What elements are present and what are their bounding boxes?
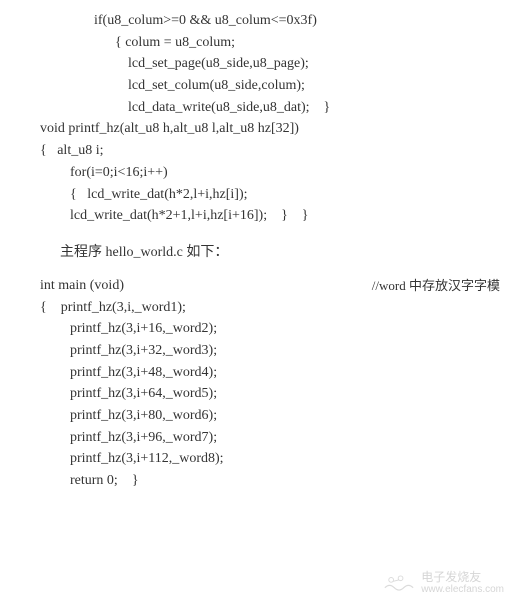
- code-line: printf_hz(3,i+96,_word7);: [0, 427, 520, 449]
- code-block-2: int main (void) //word 中存放汉字字模 { printf_…: [0, 275, 520, 492]
- code-line: return 0; }: [0, 470, 520, 492]
- code-line: int main (void): [40, 275, 124, 297]
- code-block-1: if(u8_colum>=0 && u8_colum<=0x3f) { colu…: [0, 10, 520, 227]
- code-line: printf_hz(3,i+48,_word4);: [0, 362, 520, 384]
- code-line: printf_hz(3,i+16,_word2);: [0, 318, 520, 340]
- code-line: void printf_hz(alt_u8 h,alt_u8 l,alt_u8 …: [0, 118, 520, 140]
- code-line: printf_hz(3,i+80,_word6);: [0, 405, 520, 427]
- description-text: 主程序 hello_world.c 如下：: [60, 241, 520, 261]
- watermark-url: www.elecfans.com: [421, 584, 504, 595]
- watermark-text: 电子发烧友 www.elecfans.com: [421, 571, 504, 595]
- watermark: 电子发烧友 www.elecfans.com: [383, 571, 504, 595]
- code-line: printf_hz(3,i+64,_word5);: [0, 383, 520, 405]
- code-line: { colum = u8_colum;: [0, 32, 520, 54]
- code-line: lcd_write_dat(h*2+1,l+i,hz[i+16]); } }: [0, 205, 520, 227]
- code-line: { alt_u8 i;: [0, 140, 520, 162]
- code-comment: //word 中存放汉字字模: [372, 275, 500, 297]
- main-declaration: int main (void) //word 中存放汉字字模: [0, 275, 520, 297]
- watermark-icon: [383, 572, 415, 594]
- code-line: if(u8_colum>=0 && u8_colum<=0x3f): [0, 10, 520, 32]
- code-line: lcd_set_page(u8_side,u8_page);: [0, 53, 520, 75]
- code-line: { printf_hz(3,i,_word1);: [0, 297, 520, 319]
- code-line: printf_hz(3,i+112,_word8);: [0, 448, 520, 470]
- watermark-site-name: 电子发烧友: [421, 571, 504, 584]
- code-line: lcd_set_colum(u8_side,colum);: [0, 75, 520, 97]
- code-line: printf_hz(3,i+32,_word3);: [0, 340, 520, 362]
- code-line: for(i=0;i<16;i++): [0, 162, 520, 184]
- code-line: { lcd_write_dat(h*2,l+i,hz[i]);: [0, 184, 520, 206]
- code-line: lcd_data_write(u8_side,u8_dat); }: [0, 97, 520, 119]
